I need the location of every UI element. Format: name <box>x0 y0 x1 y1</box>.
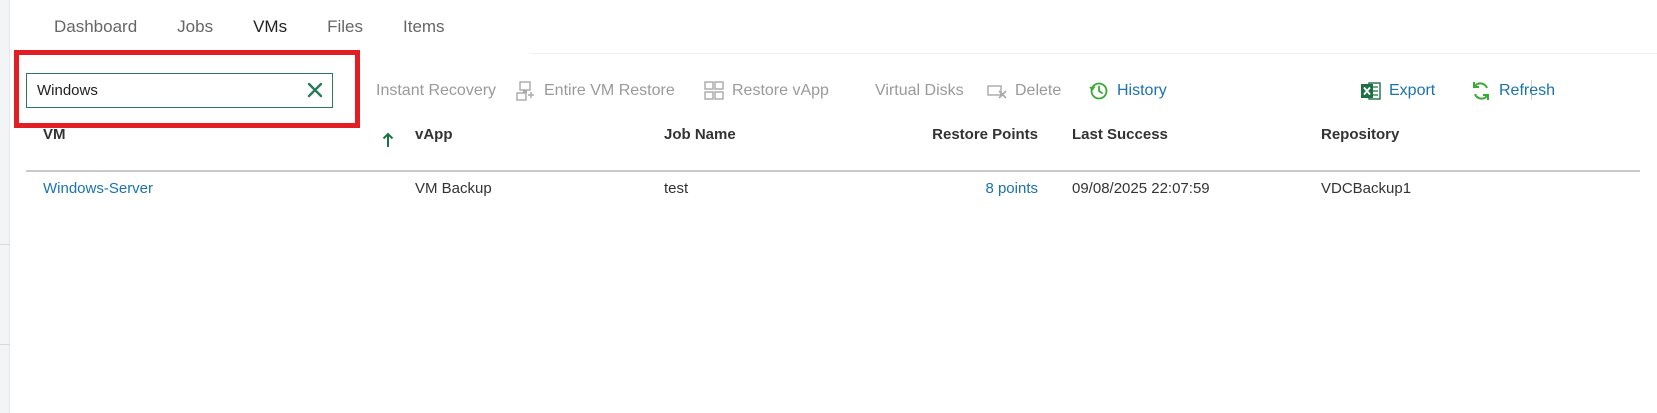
restore-vapp-label: Restore vApp <box>732 82 829 99</box>
instant-recovery-label: Instant Recovery <box>376 82 497 99</box>
tab-vms[interactable]: VMs <box>233 0 307 54</box>
delete-button[interactable]: Delete <box>986 78 1061 104</box>
vm-restore-icon <box>515 80 537 102</box>
column-header-vm[interactable]: VM <box>43 124 66 146</box>
table-header-divider <box>26 170 1640 172</box>
column-header-job-name[interactable]: Job Name <box>664 124 736 146</box>
instant-recovery-button[interactable]: Instant Recovery <box>376 78 496 104</box>
column-header-vapp[interactable]: vApp <box>415 124 453 146</box>
entire-vm-restore-button[interactable]: Entire VM Restore <box>515 78 675 104</box>
export-button[interactable]: Export <box>1360 78 1435 104</box>
job-name-cell: test <box>664 180 689 197</box>
left-panel-divider <box>0 244 10 245</box>
history-button[interactable]: History <box>1088 78 1167 104</box>
tab-dashboard[interactable]: Dashboard <box>34 0 157 54</box>
tab-bar-divider <box>530 53 1657 54</box>
column-header-repository[interactable]: Repository <box>1321 124 1399 146</box>
tab-items[interactable]: Items <box>383 0 465 54</box>
virtual-disks-button[interactable]: Virtual Disks <box>875 78 964 104</box>
refresh-icon <box>1470 80 1492 102</box>
search-box[interactable] <box>26 73 333 108</box>
history-label: History <box>1117 82 1167 99</box>
repository-cell: VDCBackup1 <box>1321 180 1412 197</box>
vapp-restore-icon <box>703 80 725 102</box>
history-clock-icon <box>1088 80 1110 102</box>
tab-files[interactable]: Files <box>307 0 383 54</box>
left-panel-divider <box>0 344 10 345</box>
top-tab-bar: Dashboard Jobs VMs Files Items <box>34 0 465 54</box>
last-success-cell: 09/08/2025 22:07:59 <box>1072 180 1210 197</box>
left-panel-edge <box>0 0 10 413</box>
close-x-icon[interactable] <box>306 81 324 99</box>
sort-ascending-arrow-icon[interactable] <box>381 131 395 149</box>
entire-vm-restore-label: Entire VM Restore <box>544 82 675 99</box>
delete-icon <box>986 80 1008 102</box>
delete-label: Delete <box>1015 82 1062 99</box>
vm-name-link[interactable]: Windows-Server <box>43 178 153 200</box>
column-header-restore-points[interactable]: Restore Points <box>880 124 1038 146</box>
refresh-button[interactable]: Refresh <box>1470 78 1555 104</box>
restore-vapp-button[interactable]: Restore vApp <box>703 78 829 104</box>
excel-export-icon <box>1360 80 1382 102</box>
vapp-cell: VM Backup <box>415 180 492 197</box>
export-label: Export <box>1389 82 1436 99</box>
refresh-label: Refresh <box>1499 82 1556 99</box>
search-input[interactable] <box>37 74 292 106</box>
tab-jobs[interactable]: Jobs <box>157 0 233 54</box>
virtual-disks-label: Virtual Disks <box>875 82 964 99</box>
column-header-last-success[interactable]: Last Success <box>1072 124 1168 146</box>
restore-points-link[interactable]: 8 points <box>880 178 1038 200</box>
